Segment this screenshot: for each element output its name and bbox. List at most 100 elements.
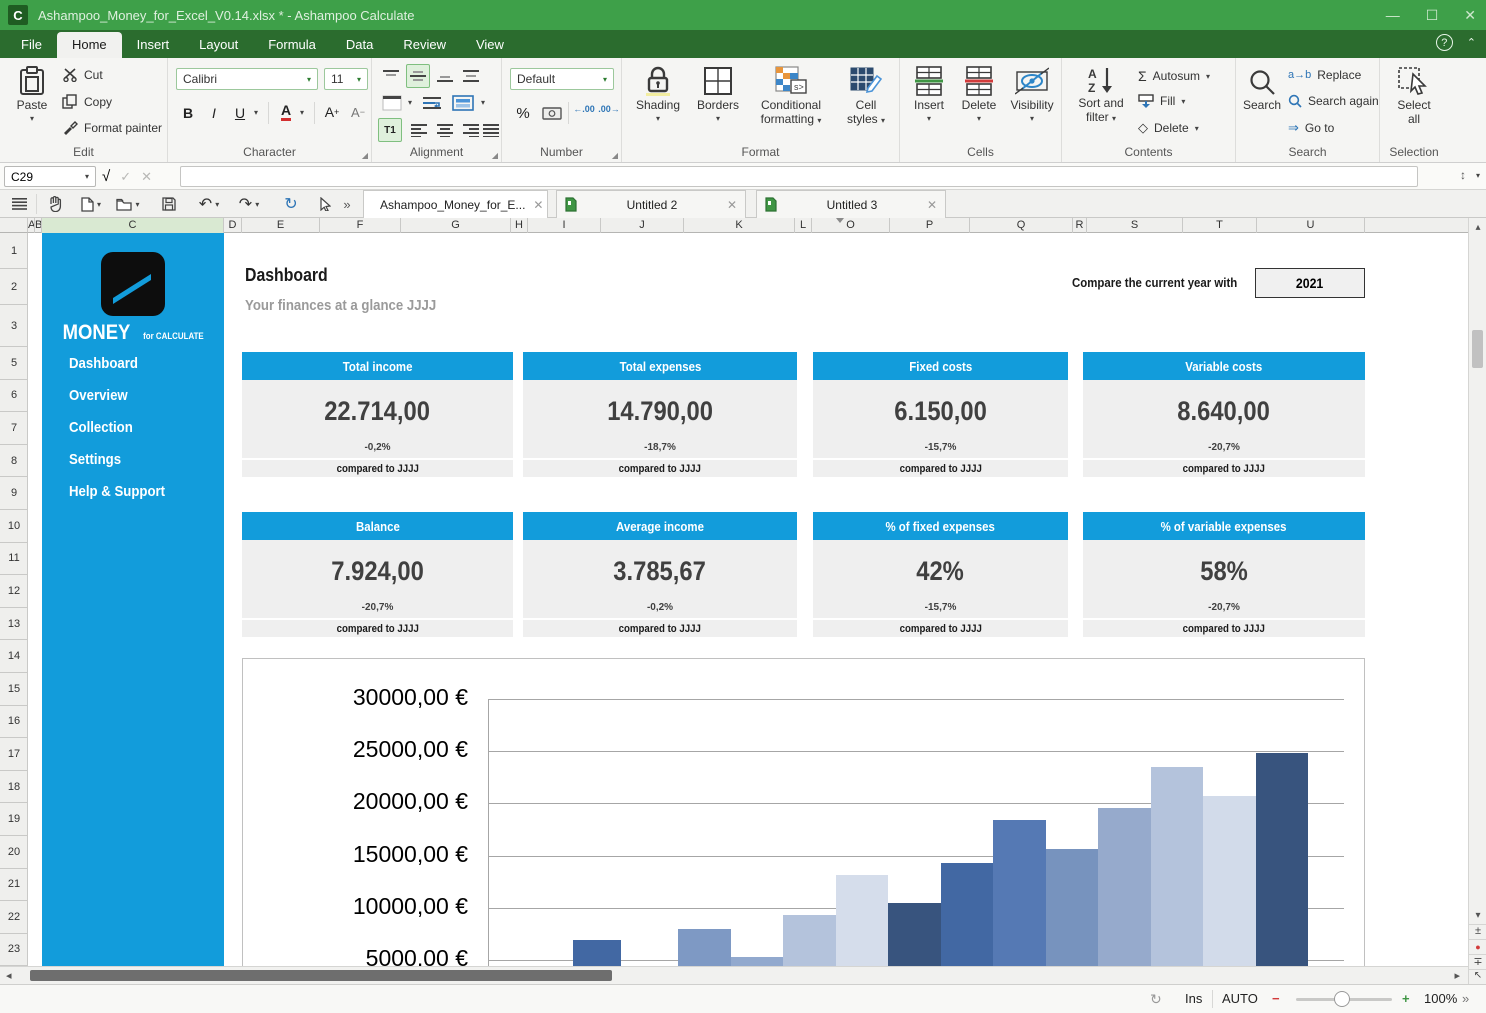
font-name-select[interactable]: Calibri▾ (176, 68, 318, 90)
menu-tab-file[interactable]: File (6, 32, 57, 58)
column-header-R[interactable]: R (1073, 218, 1087, 233)
compare-year-input[interactable]: 2021 (1255, 268, 1365, 298)
conditional-formatting-button[interactable]: s> Conditionalformatting ▾ (750, 66, 832, 127)
minimize-button[interactable]: — (1386, 7, 1400, 23)
row-header-5[interactable]: 5 (0, 347, 28, 380)
menu-tab-home[interactable]: Home (57, 32, 122, 58)
close-tab-icon[interactable]: ✕ (533, 198, 543, 212)
sheet-tab-2[interactable]: Untitled 2✕ (556, 190, 746, 218)
row-header-14[interactable]: 14 (0, 640, 28, 673)
search-again-button[interactable]: Search again (1288, 94, 1379, 108)
expand-formula-bar-icon[interactable]: ↕ (1460, 168, 1466, 182)
maximize-button[interactable]: ☐ (1426, 7, 1439, 24)
formula-input[interactable] (180, 166, 1418, 187)
menu-tab-layout[interactable]: Layout (184, 32, 253, 58)
insert-mode-indicator[interactable]: Ins (1185, 991, 1202, 1006)
horizontal-scrollbar[interactable]: ◂ ▸ (0, 966, 1468, 984)
column-header-F[interactable]: F (320, 218, 401, 233)
font-size-select[interactable]: 11▾ (324, 68, 368, 90)
row-header-17[interactable]: 17 (0, 738, 28, 771)
row-header-10[interactable]: 10 (0, 510, 28, 543)
refresh-button[interactable]: ↻ (280, 193, 302, 215)
row-header-6[interactable]: 6 (0, 380, 28, 413)
column-header-A[interactable]: A (28, 218, 35, 233)
sidebar-item-settings[interactable]: Settings (69, 451, 128, 468)
redo-button[interactable]: ↷▾ (234, 193, 264, 215)
shrink-font-button[interactable]: A− (346, 100, 370, 124)
status-overflow-icon[interactable]: » (1462, 991, 1469, 1006)
merge-chevron[interactable]: ▾ (478, 98, 488, 107)
expand-group-icon[interactable]: ◢ (362, 151, 368, 160)
open-document-button[interactable]: ▾ (112, 193, 144, 215)
goto-button[interactable]: ⇒ Go to (1288, 120, 1334, 136)
close-tab-icon[interactable]: ✕ (727, 198, 737, 212)
vertical-scrollbar[interactable]: ▴ ▾ ± ● ∓ ↖ (1468, 218, 1486, 984)
row-header-16[interactable]: 16 (0, 706, 28, 739)
font-color-chevron[interactable]: ▾ (296, 108, 308, 117)
remove-decimal-icon[interactable]: .00→ (597, 104, 621, 114)
search-button[interactable]: Search (1240, 68, 1284, 112)
column-header-E[interactable]: E (242, 218, 320, 233)
scroll-up-icon[interactable]: ▴ (1469, 222, 1486, 233)
column-header-H[interactable]: H (511, 218, 528, 233)
hamburger-menu-icon[interactable] (8, 193, 30, 215)
vertical-scroll-thumb[interactable] (1472, 330, 1483, 368)
menu-tab-formula[interactable]: Formula (253, 32, 331, 58)
row-header-8[interactable]: 8 (0, 445, 28, 478)
align-left-icon[interactable] (408, 120, 430, 140)
align-justify-icon[interactable] (480, 120, 502, 140)
sheet-tab-3[interactable]: Untitled 3✕ (756, 190, 946, 218)
column-header-C[interactable]: C (42, 218, 224, 233)
scroll-down-icon[interactable]: ▾ (1469, 910, 1486, 921)
cell-styles-button[interactable]: Cellstyles ▾ (838, 66, 894, 127)
column-header-I[interactable]: I (528, 218, 601, 233)
row-header-20[interactable]: 20 (0, 836, 28, 869)
toolbar-overflow-icon[interactable]: » (338, 193, 356, 215)
sidebar-item-dashboard[interactable]: Dashboard (69, 355, 147, 372)
row-header-21[interactable]: 21 (0, 869, 28, 902)
split-view-bottom-button[interactable]: ∓ (1469, 954, 1486, 969)
text-orientation-button[interactable]: T1 (378, 118, 402, 142)
row-header-12[interactable]: 12 (0, 575, 28, 608)
underline-button[interactable]: U (230, 102, 250, 124)
format-painter-button[interactable]: Format painter (62, 120, 162, 135)
collapse-ribbon-icon[interactable]: ⌃ (1467, 36, 1476, 49)
menu-tab-insert[interactable]: Insert (122, 32, 185, 58)
split-view-top-button[interactable]: ± (1469, 924, 1486, 939)
borders-button[interactable]: Borders ▾ (690, 66, 746, 123)
pointer-mode-icon[interactable] (314, 193, 336, 215)
sidebar-item-collection[interactable]: Collection (69, 419, 142, 436)
number-format-select[interactable]: Default▾ (510, 68, 614, 90)
delete-contents-button[interactable]: ◇ Delete▾ (1138, 120, 1199, 136)
cancel-button[interactable]: ✕ (141, 169, 152, 185)
cut-button[interactable]: Cut (62, 68, 103, 82)
delete-cells-button[interactable]: Delete ▾ (956, 66, 1002, 123)
column-header-K[interactable]: K (684, 218, 795, 233)
corner-navigation-button[interactable]: ↖ (1469, 969, 1486, 984)
align-top-icon[interactable] (380, 66, 402, 86)
currency-format-icon[interactable] (540, 102, 564, 124)
horizontal-scroll-thumb[interactable] (30, 970, 612, 981)
row-header-13[interactable]: 13 (0, 608, 28, 641)
wrap-text-icon[interactable] (420, 92, 444, 114)
underline-options-chevron[interactable]: ▾ (250, 108, 262, 117)
row-header-3[interactable]: 3 (0, 305, 28, 347)
insert-cells-button[interactable]: Insert ▾ (906, 66, 952, 123)
pan-hand-icon[interactable] (44, 193, 66, 215)
row-header-1[interactable]: 1 (0, 233, 28, 269)
close-tab-icon[interactable]: ✕ (927, 198, 937, 212)
sort-and-filter-button[interactable]: AZ Sort andfilter ▾ (1070, 66, 1132, 125)
shading-button[interactable]: Shading ▾ (630, 66, 686, 123)
copy-button[interactable]: Copy (62, 94, 112, 109)
align-justify-vertical-icon[interactable] (460, 66, 482, 86)
row-header-11[interactable]: 11 (0, 543, 28, 576)
column-header-G[interactable]: G (401, 218, 511, 233)
autosum-button[interactable]: Σ Autosum▾ (1138, 68, 1210, 84)
save-button[interactable] (158, 193, 180, 215)
scroll-left-icon[interactable]: ◂ (6, 969, 12, 982)
row-header-19[interactable]: 19 (0, 803, 28, 836)
column-header-Q[interactable]: Q (970, 218, 1073, 233)
add-decimal-icon[interactable]: ←.00 (572, 104, 596, 114)
menu-tab-review[interactable]: Review (388, 32, 461, 58)
merge-cells-icon[interactable] (450, 92, 476, 114)
